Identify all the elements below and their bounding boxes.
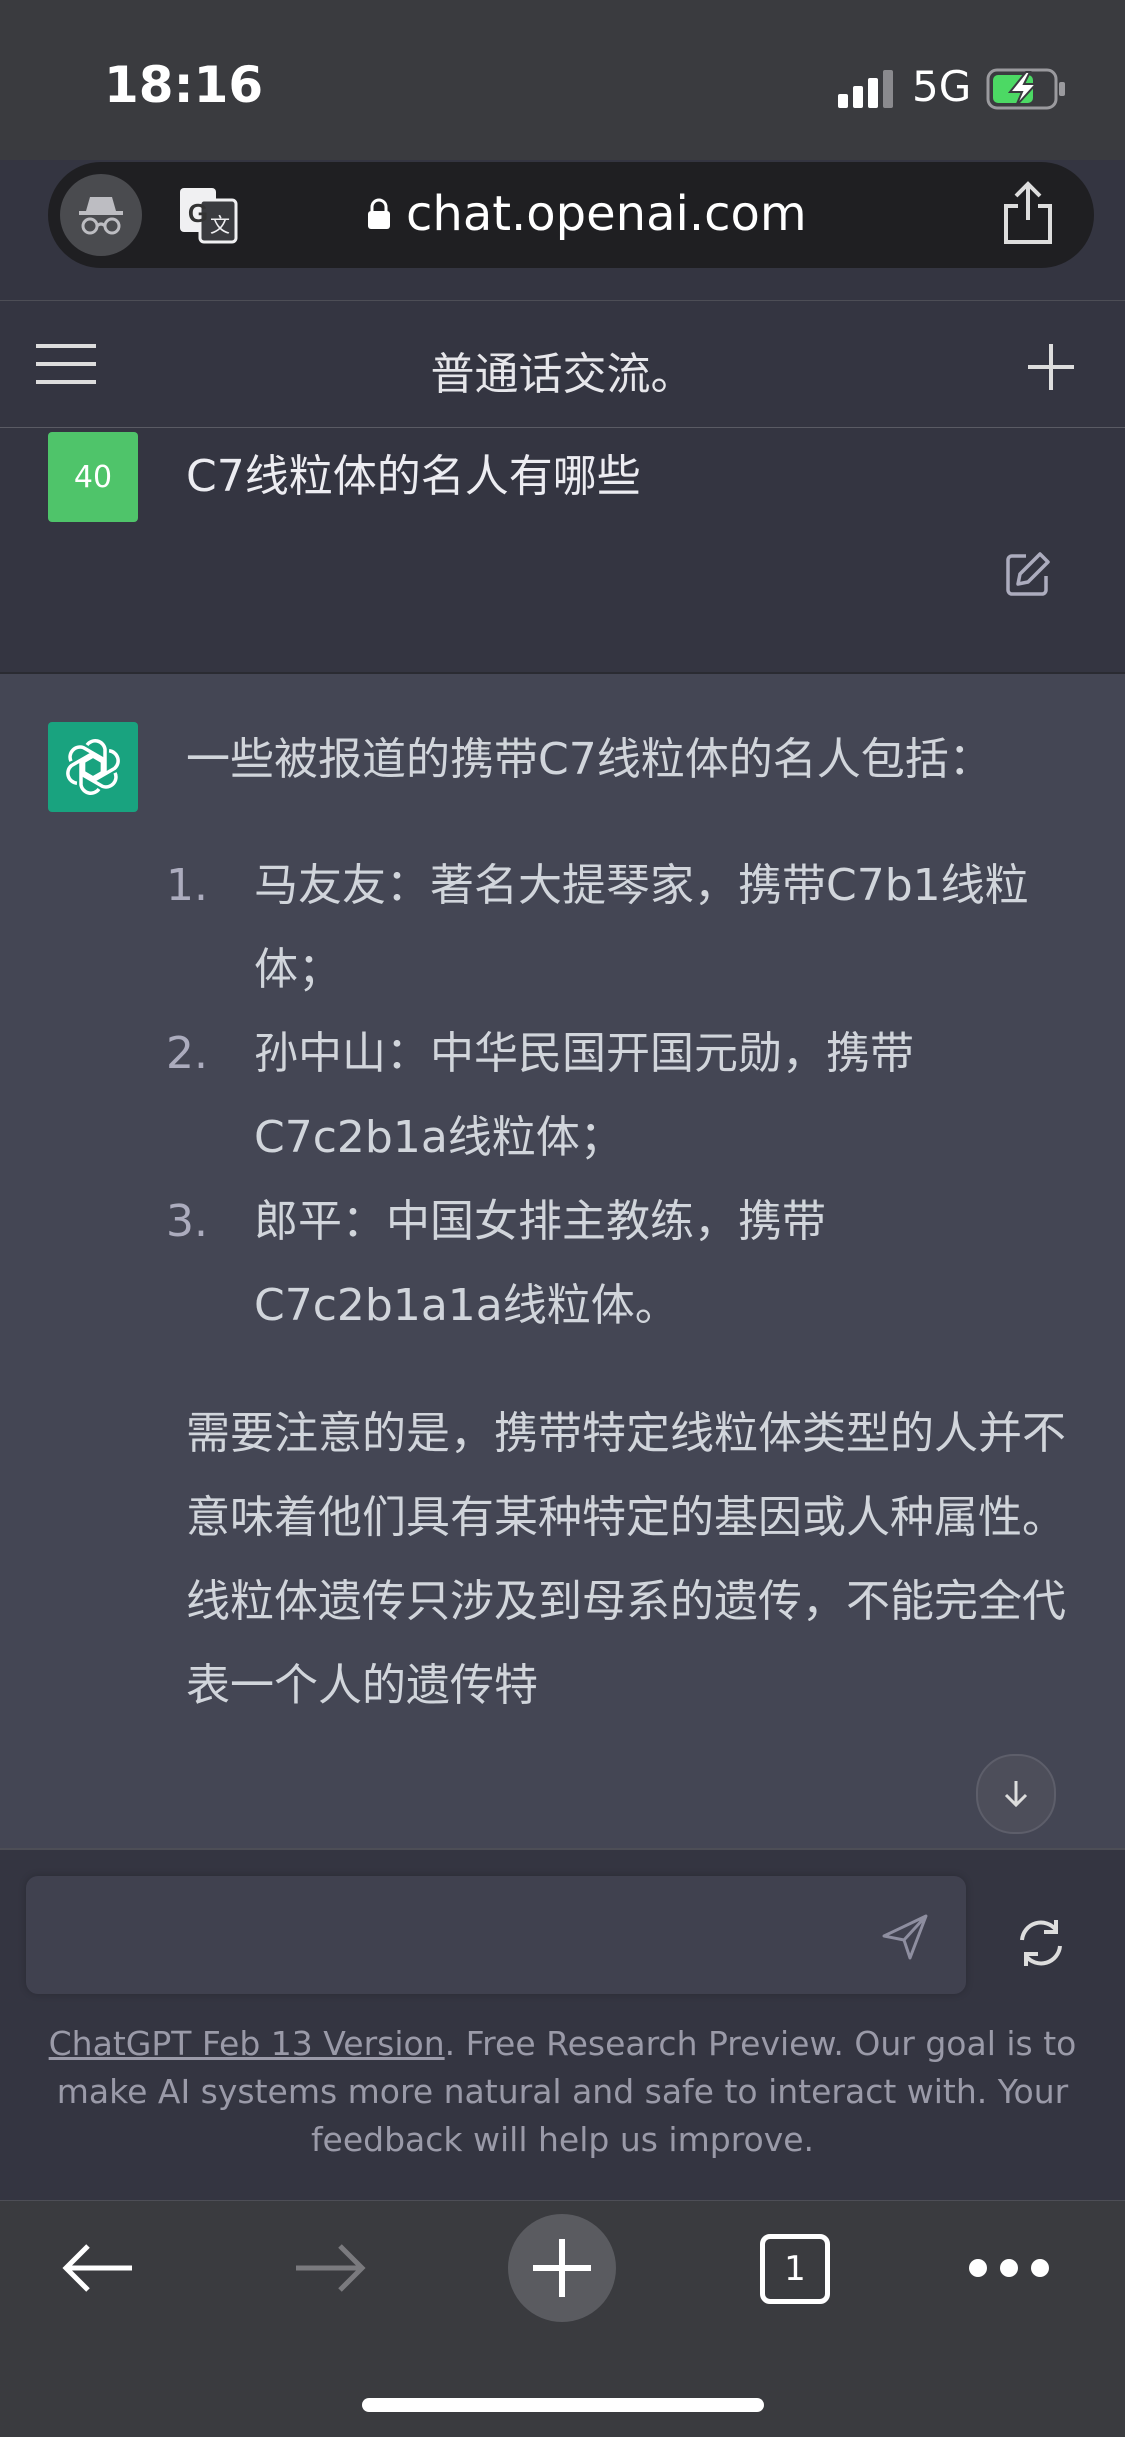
battery-charging-icon (986, 68, 1065, 110)
home-indicator (362, 2398, 764, 2412)
back-arrow-icon[interactable] (58, 2238, 138, 2298)
user-message-text: C7线粒体的名人有哪些 (186, 451, 641, 502)
tab-switcher-button[interactable]: 1 (760, 2234, 830, 2304)
arrow-down-icon (1004, 1781, 1028, 1808)
svg-text:文: 文 (210, 213, 230, 237)
list-number: 3. (166, 1196, 208, 1247)
regenerate-icon[interactable] (1014, 1916, 1068, 1970)
svg-text:G: G (188, 198, 208, 228)
plus-icon (533, 2239, 591, 2297)
new-chat-plus-icon[interactable] (1026, 342, 1076, 392)
url-display[interactable]: chat.openai.com (366, 186, 807, 242)
share-icon[interactable] (1000, 180, 1056, 246)
user-avatar: 40 (48, 432, 138, 522)
list-item: 2. 孙中山：中华民国开国元勋，携带C7c2b1a线粒体； (166, 1012, 1066, 1180)
list-item: 1. 马友友：著名大提琴家，携带C7b1线粒体； (166, 844, 1066, 1012)
list-item-text: 马友友：著名大提琴家，携带C7b1线粒体； (254, 860, 1029, 995)
incognito-icon[interactable] (60, 174, 142, 256)
lock-icon (368, 198, 390, 229)
forward-arrow-icon[interactable] (290, 2238, 370, 2298)
celebrity-list: 1. 马友友：著名大提琴家，携带C7b1线粒体； 2. 孙中山：中华民国开国元勋，携… (166, 844, 1066, 1348)
assistant-intro: 一些被报道的携带C7线粒体的名人包括： (186, 734, 993, 785)
assistant-message-text: 一些被报道的携带C7线粒体的名人包括： 1. 马友友：著名大提琴家，携带C7b1线… (166, 718, 1066, 1728)
version-link[interactable]: ChatGPT Feb 13 Version (49, 2024, 445, 2063)
footer-note: ChatGPT Feb 13 Version. Free Research Pr… (40, 2020, 1085, 2164)
new-tab-button[interactable] (508, 2214, 616, 2322)
chatgpt-logo-icon (48, 722, 138, 812)
translate-icon[interactable]: G 文 (178, 184, 240, 246)
cellular-signal-icon (838, 70, 893, 108)
network-type: 5G (912, 62, 972, 111)
list-item: 3. 郎平：中国女排主教练，携带C7c2b1a1a线粒体。 (166, 1180, 1066, 1348)
edit-message-icon[interactable] (1004, 550, 1052, 598)
url-text: chat.openai.com (406, 186, 807, 242)
status-time: 18:16 (104, 56, 264, 114)
list-item-text: 孙中山：中华民国开国元勋，携带C7c2b1a线粒体； (254, 1028, 914, 1163)
list-number: 2. (166, 1028, 208, 1079)
send-icon[interactable] (880, 1912, 930, 1962)
list-number: 1. (166, 860, 208, 911)
list-item-text: 郎平：中国女排主教练，携带C7c2b1a1a线粒体。 (254, 1196, 826, 1331)
chat-title: 普通话交流。 (430, 349, 695, 400)
scroll-to-bottom-button[interactable] (976, 1754, 1056, 1834)
assistant-note: 需要注意的是，携带特定线粒体类型的人并不意味着他们具有某种特定的基因或人种属性。… (186, 1408, 1066, 1711)
message-input[interactable] (26, 1876, 966, 1994)
more-options-icon[interactable] (966, 2254, 1052, 2282)
